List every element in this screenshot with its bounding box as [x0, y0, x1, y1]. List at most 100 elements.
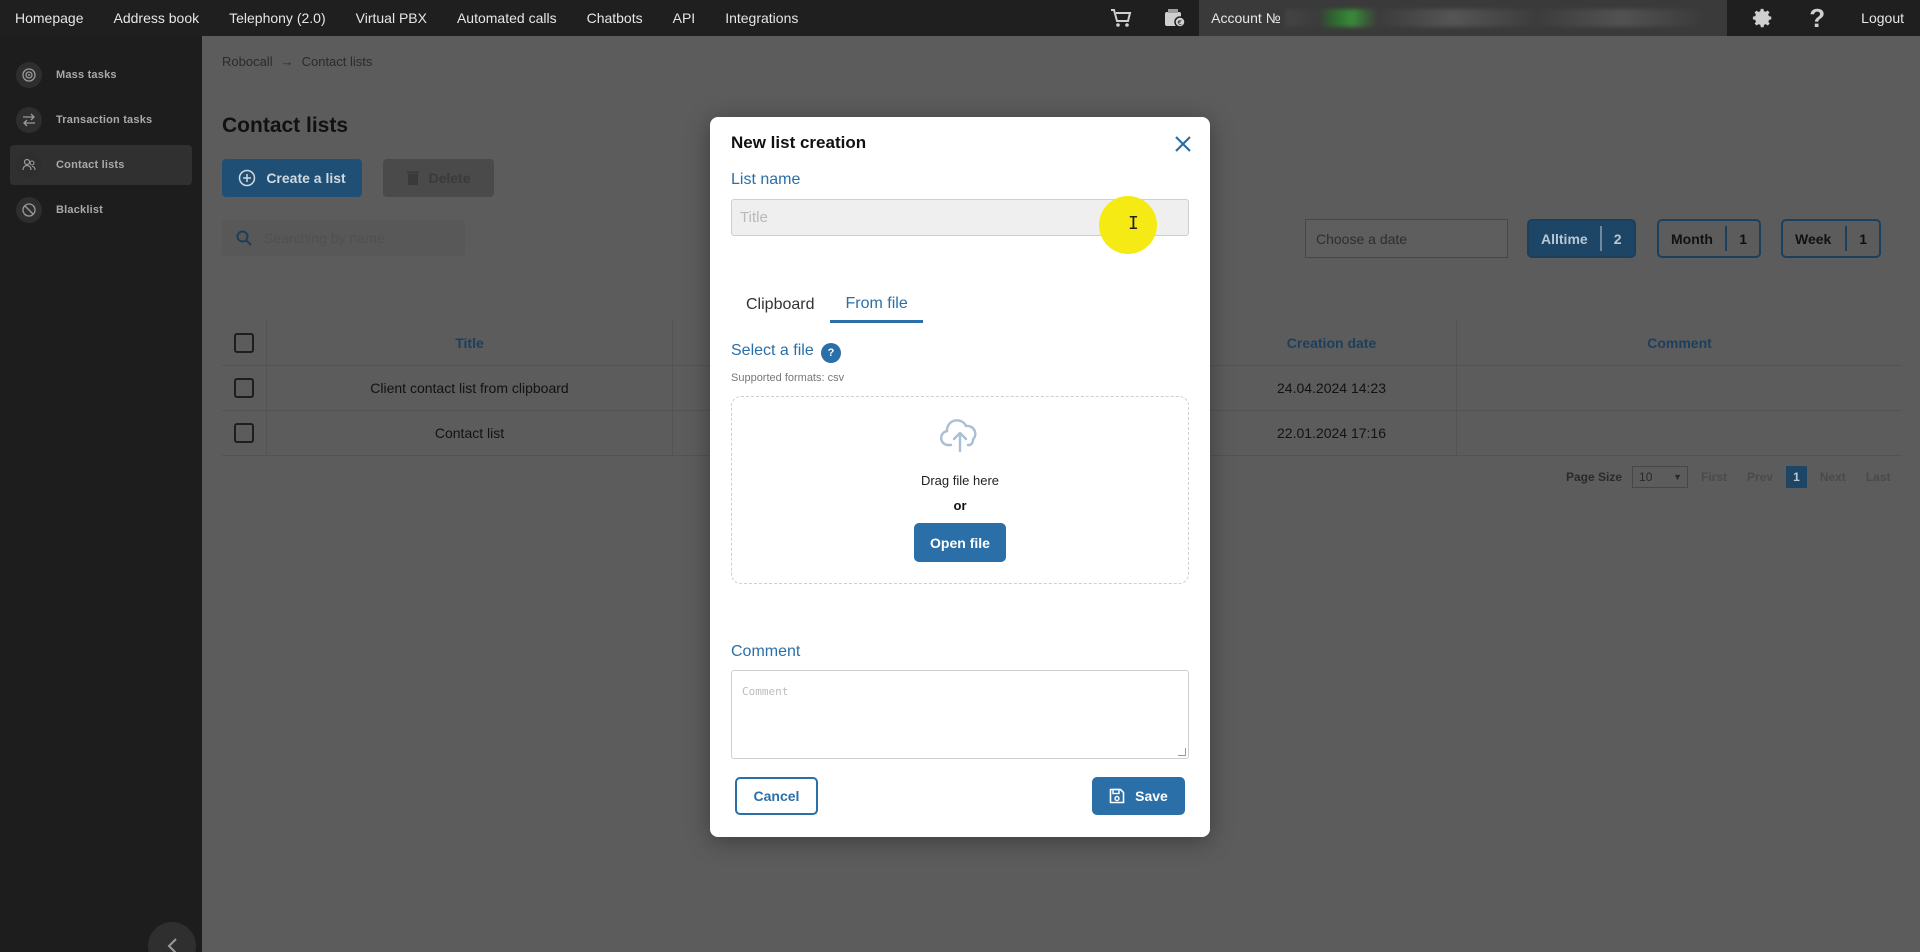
search-placeholder: Searching by name	[264, 230, 385, 246]
row-title: Contact list	[267, 411, 673, 455]
close-icon	[1175, 136, 1191, 152]
page-last[interactable]: Last	[1859, 466, 1898, 488]
select-all-checkbox[interactable]	[234, 332, 254, 353]
save-label: Save	[1135, 788, 1168, 804]
nav-telephony[interactable]: Telephony (2.0)	[214, 10, 341, 26]
row-date: 24.04.2024 14:23	[1207, 366, 1457, 410]
period-count: 1	[1725, 226, 1759, 251]
new-list-dialog: New list creation List name Title I Clip…	[710, 117, 1210, 837]
dialog-title: New list creation	[731, 133, 867, 152]
search-field[interactable]: Searching by name	[222, 220, 465, 256]
row-comment	[1457, 366, 1902, 410]
plus-circle-icon	[239, 169, 256, 187]
cloud-upload-icon	[939, 419, 977, 453]
gear-icon[interactable]	[1745, 0, 1781, 36]
nav-homepage[interactable]: Homepage	[0, 10, 99, 26]
close-button[interactable]	[1170, 131, 1196, 157]
source-tabs: Clipboard From file	[731, 287, 1189, 323]
period-alltime-button[interactable]: Alltime 2	[1527, 219, 1636, 258]
top-navigation: Homepage Address book Telephony (2.0) Vi…	[0, 0, 1920, 36]
resize-handle[interactable]	[1178, 748, 1186, 756]
save-button[interactable]: Save	[1092, 777, 1185, 815]
trash-icon	[407, 171, 420, 185]
list-name-label: List name	[731, 171, 801, 188]
logout-link[interactable]: Logout	[1851, 10, 1920, 26]
date-placeholder: Choose a date	[1316, 230, 1408, 247]
page-prev[interactable]: Prev	[1740, 466, 1780, 488]
open-file-button[interactable]: Open file	[914, 523, 1006, 562]
page-title: Contact lists	[222, 114, 349, 137]
account-info[interactable]: Account №	[1199, 0, 1728, 36]
cancel-button[interactable]: Cancel	[735, 777, 818, 815]
row-comment	[1457, 411, 1902, 455]
nav-automated-calls[interactable]: Automated calls	[442, 10, 572, 26]
date-picker-input[interactable]: Choose a date	[1305, 219, 1508, 258]
page-size-label: Page Size	[1566, 470, 1623, 484]
collapse-sidebar-button[interactable]	[148, 922, 196, 952]
block-icon	[16, 197, 42, 223]
breadcrumb-robocall[interactable]: Robocall	[222, 54, 273, 69]
supported-formats-text: Supported formats: csv	[731, 372, 845, 384]
people-icon	[16, 152, 42, 178]
page-size-value: 10	[1639, 470, 1653, 484]
period-week-button[interactable]: Week 1	[1781, 219, 1881, 258]
sidebar-item-contact-lists[interactable]: Contact lists	[10, 145, 192, 185]
floppy-disk-icon	[1109, 788, 1125, 804]
page-current[interactable]: 1	[1786, 466, 1807, 488]
period-month-button[interactable]: Month 1	[1657, 219, 1761, 258]
nav-integrations[interactable]: Integrations	[710, 10, 813, 26]
account-details-redacted	[1284, 9, 1705, 27]
drag-file-text: Drag file here	[920, 473, 1000, 488]
period-count: 1	[1845, 226, 1879, 251]
arrows-icon	[16, 107, 42, 133]
page-first[interactable]: First	[1694, 466, 1734, 488]
period-label: Alltime	[1541, 230, 1588, 247]
sidebar-item-label: Transaction tasks	[56, 114, 153, 126]
column-title-header[interactable]: Title	[267, 320, 673, 365]
list-name-placeholder: Title	[740, 209, 768, 226]
row-checkbox[interactable]	[234, 423, 254, 443]
row-checkbox[interactable]	[234, 378, 254, 398]
breadcrumb: Robocall → Contact lists	[222, 54, 372, 69]
target-icon	[16, 62, 42, 88]
sidebar-item-label: Mass tasks	[56, 69, 117, 81]
cart-icon[interactable]	[1103, 0, 1139, 36]
select-all-cell	[222, 320, 267, 365]
comment-textarea[interactable]: Comment	[731, 670, 1189, 759]
help-icon[interactable]: ?	[1799, 0, 1835, 36]
select-file-label: Select a file	[731, 342, 814, 359]
nav-address-book[interactable]: Address book	[99, 10, 215, 26]
wallet-icon[interactable]: €	[1157, 0, 1193, 36]
delete-button[interactable]: Delete	[383, 159, 494, 197]
file-dropzone[interactable]: Drag file here or Open file	[731, 396, 1189, 584]
pagination: Page Size 10 ▼ First Prev 1 Next Last	[1566, 466, 1897, 488]
help-tooltip-icon[interactable]: ?	[821, 343, 841, 363]
tab-from-file[interactable]: From file	[830, 287, 923, 323]
chevron-down-icon: ▼	[1673, 472, 1683, 482]
or-text: or	[953, 498, 967, 513]
comment-label: Comment	[731, 643, 801, 660]
arrow-right-icon: →	[280, 54, 294, 69]
sidebar: Mass tasks Transaction tasks Contact lis…	[0, 36, 202, 952]
period-label: Week	[1795, 230, 1832, 247]
tab-clipboard[interactable]: Clipboard	[731, 287, 829, 323]
sidebar-item-blacklist[interactable]: Blacklist	[10, 190, 192, 230]
row-date: 22.01.2024 17:16	[1207, 411, 1457, 455]
page-next[interactable]: Next	[1813, 466, 1853, 488]
nav-chatbots[interactable]: Chatbots	[572, 10, 658, 26]
row-checkbox-cell	[222, 366, 267, 410]
column-comment-header: Comment	[1647, 334, 1712, 351]
nav-api[interactable]: API	[658, 10, 711, 26]
chevron-left-icon	[167, 938, 177, 952]
column-date-header[interactable]: Creation date	[1207, 320, 1457, 365]
sidebar-item-label: Contact lists	[56, 159, 125, 171]
sidebar-item-mass-tasks[interactable]: Mass tasks	[10, 55, 192, 95]
sidebar-item-label: Blacklist	[56, 204, 104, 216]
sidebar-item-transaction-tasks[interactable]: Transaction tasks	[10, 100, 192, 140]
text-cursor-icon: I	[1128, 213, 1139, 234]
breadcrumb-current: Contact lists	[301, 54, 373, 69]
page-size-select[interactable]: 10 ▼	[1632, 466, 1689, 488]
delete-label: Delete	[428, 170, 471, 186]
nav-virtual-pbx[interactable]: Virtual PBX	[341, 10, 442, 26]
create-list-button[interactable]: Create a list	[222, 159, 362, 197]
